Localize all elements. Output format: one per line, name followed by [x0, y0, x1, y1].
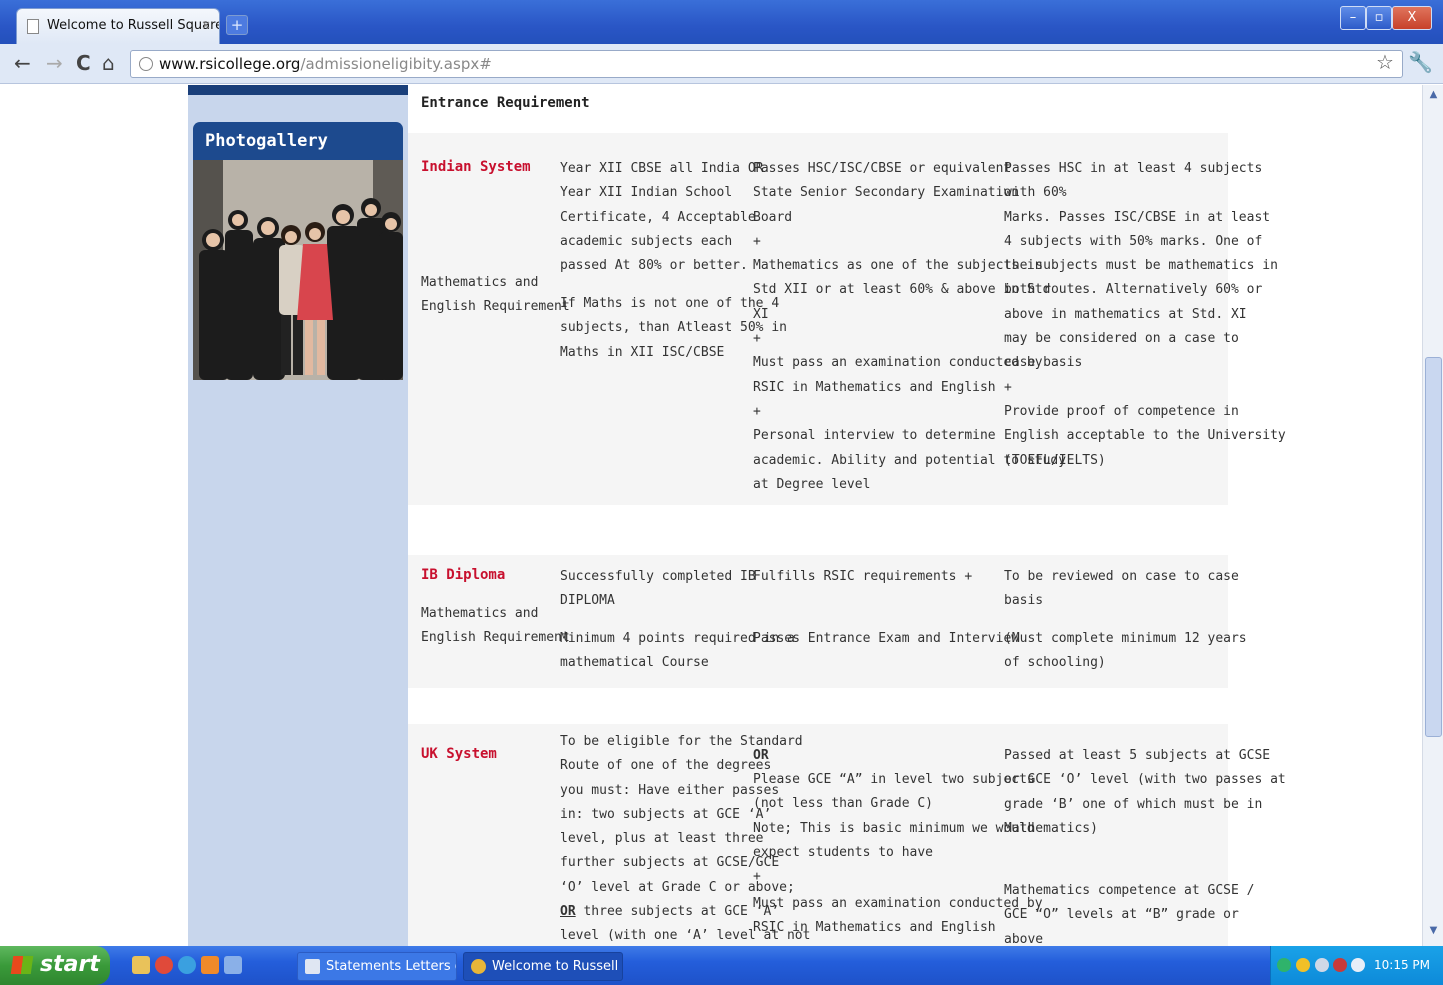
taskbar-item-label: Statements Letters o...	[326, 959, 456, 974]
photogallery-title: Photogallery	[193, 122, 403, 160]
taskbar-item-browser[interactable]: Welcome to Russell S...	[463, 952, 623, 981]
scroll-down-icon[interactable]: ▼	[1426, 925, 1441, 941]
ib-col2-maths: Passes Entrance Exam and Interview	[753, 631, 1020, 646]
back-icon[interactable]: ←	[14, 51, 31, 75]
start-button[interactable]: start	[0, 946, 110, 985]
page-content: Photogallery Entrance Requirement Indian…	[0, 85, 1422, 946]
home-icon[interactable]: ⌂	[102, 51, 115, 75]
windows-taskbar: start Statements Letters o... Welcome to…	[0, 946, 1443, 985]
photogallery-image[interactable]	[193, 160, 403, 380]
uk-col2-or: OR	[753, 748, 769, 763]
tab-title: Welcome to Russell Square...	[47, 18, 220, 33]
forward-icon[interactable]: →	[46, 51, 63, 75]
requirement-label: Mathematics and English Requirement	[421, 275, 570, 315]
uk-col2-main: Please GCE “A” in level two subjects (no…	[753, 772, 1035, 885]
browser-toolbar: ← → C ⌂ www.rsicollege.org/admissionelig…	[0, 44, 1443, 84]
browser-titlebar: Welcome to Russell Square... × + – ▫ X	[0, 0, 1443, 44]
row-title-uk-system: UK System	[421, 746, 497, 762]
tab-close-icon[interactable]: ×	[201, 18, 211, 32]
wrench-icon[interactable]: 🔧	[1408, 50, 1433, 74]
start-label: start	[40, 952, 100, 977]
indian-col1-main: Year XII CBSE all India OR Year XII Indi…	[560, 161, 764, 274]
vertical-scrollbar[interactable]: ▲ ▼	[1422, 85, 1443, 946]
maximize-button[interactable]: ▫	[1366, 6, 1392, 30]
chrome-icon	[471, 959, 486, 974]
uk-col1-text-2: three subjects at GCE ‘A’	[575, 904, 780, 920]
ie-icon[interactable]	[178, 956, 196, 974]
page-icon	[27, 19, 39, 34]
requirement-label: Mathematics and English Requirement	[421, 606, 570, 646]
row-title-ib-diploma: IB Diploma	[421, 567, 506, 583]
scroll-up-icon[interactable]: ▲	[1426, 89, 1441, 105]
row-title-indian-system: Indian System	[421, 159, 531, 175]
browser-tab[interactable]: Welcome to Russell Square... ×	[16, 8, 220, 44]
row-separator	[408, 688, 1228, 724]
address-bar[interactable]: www.rsicollege.org/admissioneligibity.as…	[130, 50, 1403, 78]
indian-col3: Passes HSC in at least 4 subjects with 6…	[1004, 161, 1286, 468]
new-tab-button[interactable]: +	[226, 15, 248, 35]
clock: 10:15 PM	[1374, 958, 1430, 972]
document-icon	[305, 959, 320, 974]
folder-icon[interactable]	[132, 956, 150, 974]
url-domain: www.rsicollege.org	[159, 55, 301, 73]
system-tray: 10:15 PM	[1270, 946, 1443, 985]
antivirus-icon[interactable]	[1333, 958, 1347, 972]
ib-col2-main: Fulfills RSIC requirements +	[753, 569, 973, 584]
sidebar: Photogallery	[188, 85, 408, 946]
uk-col2-exam: Must pass an examination conducted by RS…	[753, 896, 1043, 936]
taskbar-item-label: Welcome to Russell S...	[492, 959, 622, 974]
windows-flag-icon	[10, 956, 34, 974]
uk-col3-maths: Mathematics competence at GCSE / GCE “O”…	[1004, 883, 1255, 946]
minimize-button[interactable]: –	[1340, 6, 1366, 30]
uk-col3-main: Passed at least 5 subjects at GCSE or GC…	[1004, 748, 1286, 836]
chrome-icon[interactable]	[155, 956, 173, 974]
ib-col3-maths: (Must complete minimum 12 years of schoo…	[1004, 631, 1247, 671]
page-title: Entrance Requirement	[421, 95, 590, 111]
url-path: /admissioneligibity.aspx#	[300, 55, 492, 73]
update-icon[interactable]	[1351, 958, 1365, 972]
close-button[interactable]: X	[1392, 6, 1432, 30]
scroll-thumb[interactable]	[1425, 357, 1442, 737]
ib-col3-main: To be reviewed on case to case basis	[1004, 569, 1239, 609]
app-icon[interactable]	[224, 956, 242, 974]
taskbar-item-statements[interactable]: Statements Letters o...	[297, 952, 457, 981]
ib-col1-main: Successfully completed IB DIPLOMA	[560, 569, 756, 609]
messenger-icon[interactable]	[1296, 958, 1310, 972]
globe-icon	[139, 57, 153, 71]
firefox-icon[interactable]	[201, 956, 219, 974]
volume-icon[interactable]	[1315, 958, 1329, 972]
row-separator	[408, 505, 1228, 555]
sidebar-top-bar	[188, 85, 408, 95]
uk-col1-or: OR	[560, 904, 576, 920]
reload-icon[interactable]: C	[76, 51, 91, 75]
network-icon[interactable]	[1277, 958, 1291, 972]
star-icon[interactable]: ☆	[1376, 50, 1394, 74]
